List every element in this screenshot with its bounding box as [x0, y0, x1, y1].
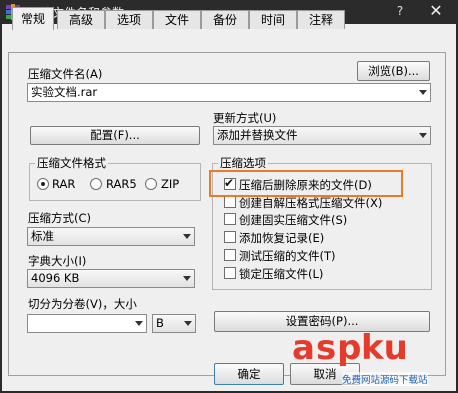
archive-name-input[interactable]: 实验文档.rar	[27, 83, 431, 102]
dictionary-label: 字典大小(I)	[28, 254, 87, 268]
archive-format-legend: 压缩文件格式	[35, 155, 108, 171]
help-button[interactable]: ?	[392, 3, 408, 20]
chevron-down-icon[interactable]	[184, 321, 192, 326]
split-unit-value: B	[156, 316, 164, 330]
highlight-box	[209, 170, 403, 197]
solid-archive-checkbox[interactable]	[224, 213, 236, 225]
create-sfx-label[interactable]: 创建自解压格式压缩文件(X)	[239, 195, 382, 211]
test-files-checkbox[interactable]	[224, 249, 236, 261]
profiles-button[interactable]: 配置(F)...	[30, 126, 200, 145]
format-zip-radio[interactable]	[145, 178, 157, 190]
method-select[interactable]: 标准	[27, 227, 195, 246]
format-rar-radio[interactable]	[37, 178, 49, 190]
recovery-record-checkbox[interactable]	[224, 231, 236, 243]
watermark-tagline: 免费网站源码下载站	[342, 372, 428, 386]
tab-comment[interactable]: 注释	[297, 10, 345, 29]
dictionary-value: 4096 KB	[31, 271, 80, 285]
tab-general[interactable]: 常规	[12, 7, 54, 30]
method-label: 压缩方式(C)	[28, 211, 92, 225]
update-mode-value: 添加并替换文件	[217, 128, 298, 142]
watermark-brand-ku: ku	[361, 328, 408, 368]
tab-advanced[interactable]: 高级	[57, 10, 105, 29]
chevron-down-icon[interactable]	[419, 133, 427, 138]
split-size-input[interactable]	[27, 314, 147, 333]
chevron-down-icon[interactable]	[183, 234, 191, 239]
test-files-label[interactable]: 测试压缩的文件(T)	[239, 248, 336, 264]
lock-archive-label[interactable]: 锁定压缩文件(L)	[239, 266, 323, 282]
update-mode-label: 更新方式(U)	[213, 111, 277, 125]
radio-selected-dot	[41, 182, 45, 186]
chevron-down-icon[interactable]	[419, 90, 427, 95]
recovery-record-label[interactable]: 添加恢复记录(E)	[239, 230, 324, 246]
ok-button[interactable]: 确定	[214, 363, 284, 385]
dictionary-select[interactable]: 4096 KB	[27, 269, 195, 288]
watermark-brand-asp: asp	[292, 328, 363, 368]
lock-archive-checkbox[interactable]	[224, 267, 236, 279]
method-value: 标准	[31, 229, 54, 243]
archive-name-value: 实验文档.rar	[31, 85, 98, 99]
tab-options[interactable]: 选项	[105, 10, 153, 29]
solid-archive-label[interactable]: 创建固实压缩文件(S)	[239, 212, 347, 228]
create-sfx-checkbox[interactable]	[224, 196, 236, 208]
tab-time[interactable]: 时间	[249, 10, 297, 29]
chevron-down-icon[interactable]	[135, 321, 143, 326]
split-label: 切分为分卷(V)，大小	[28, 297, 137, 311]
update-mode-select[interactable]: 添加并替换文件	[213, 126, 431, 145]
format-zip-label[interactable]: ZIP	[161, 177, 179, 191]
archive-options-legend: 压缩选项	[218, 155, 268, 171]
tab-files[interactable]: 文件	[153, 10, 201, 29]
format-rar-label[interactable]: RAR	[52, 177, 75, 191]
chevron-down-icon[interactable]	[183, 276, 191, 281]
format-rar5-radio[interactable]	[90, 178, 102, 190]
browse-button[interactable]: 浏览(B)...	[357, 61, 430, 81]
archive-name-label: 压缩文件名(A)	[28, 67, 103, 81]
close-button[interactable]: ✕	[417, 1, 455, 21]
format-rar5-label[interactable]: RAR5	[106, 177, 137, 191]
split-unit-select[interactable]: B	[152, 314, 196, 333]
tab-backup[interactable]: 备份	[201, 10, 249, 29]
